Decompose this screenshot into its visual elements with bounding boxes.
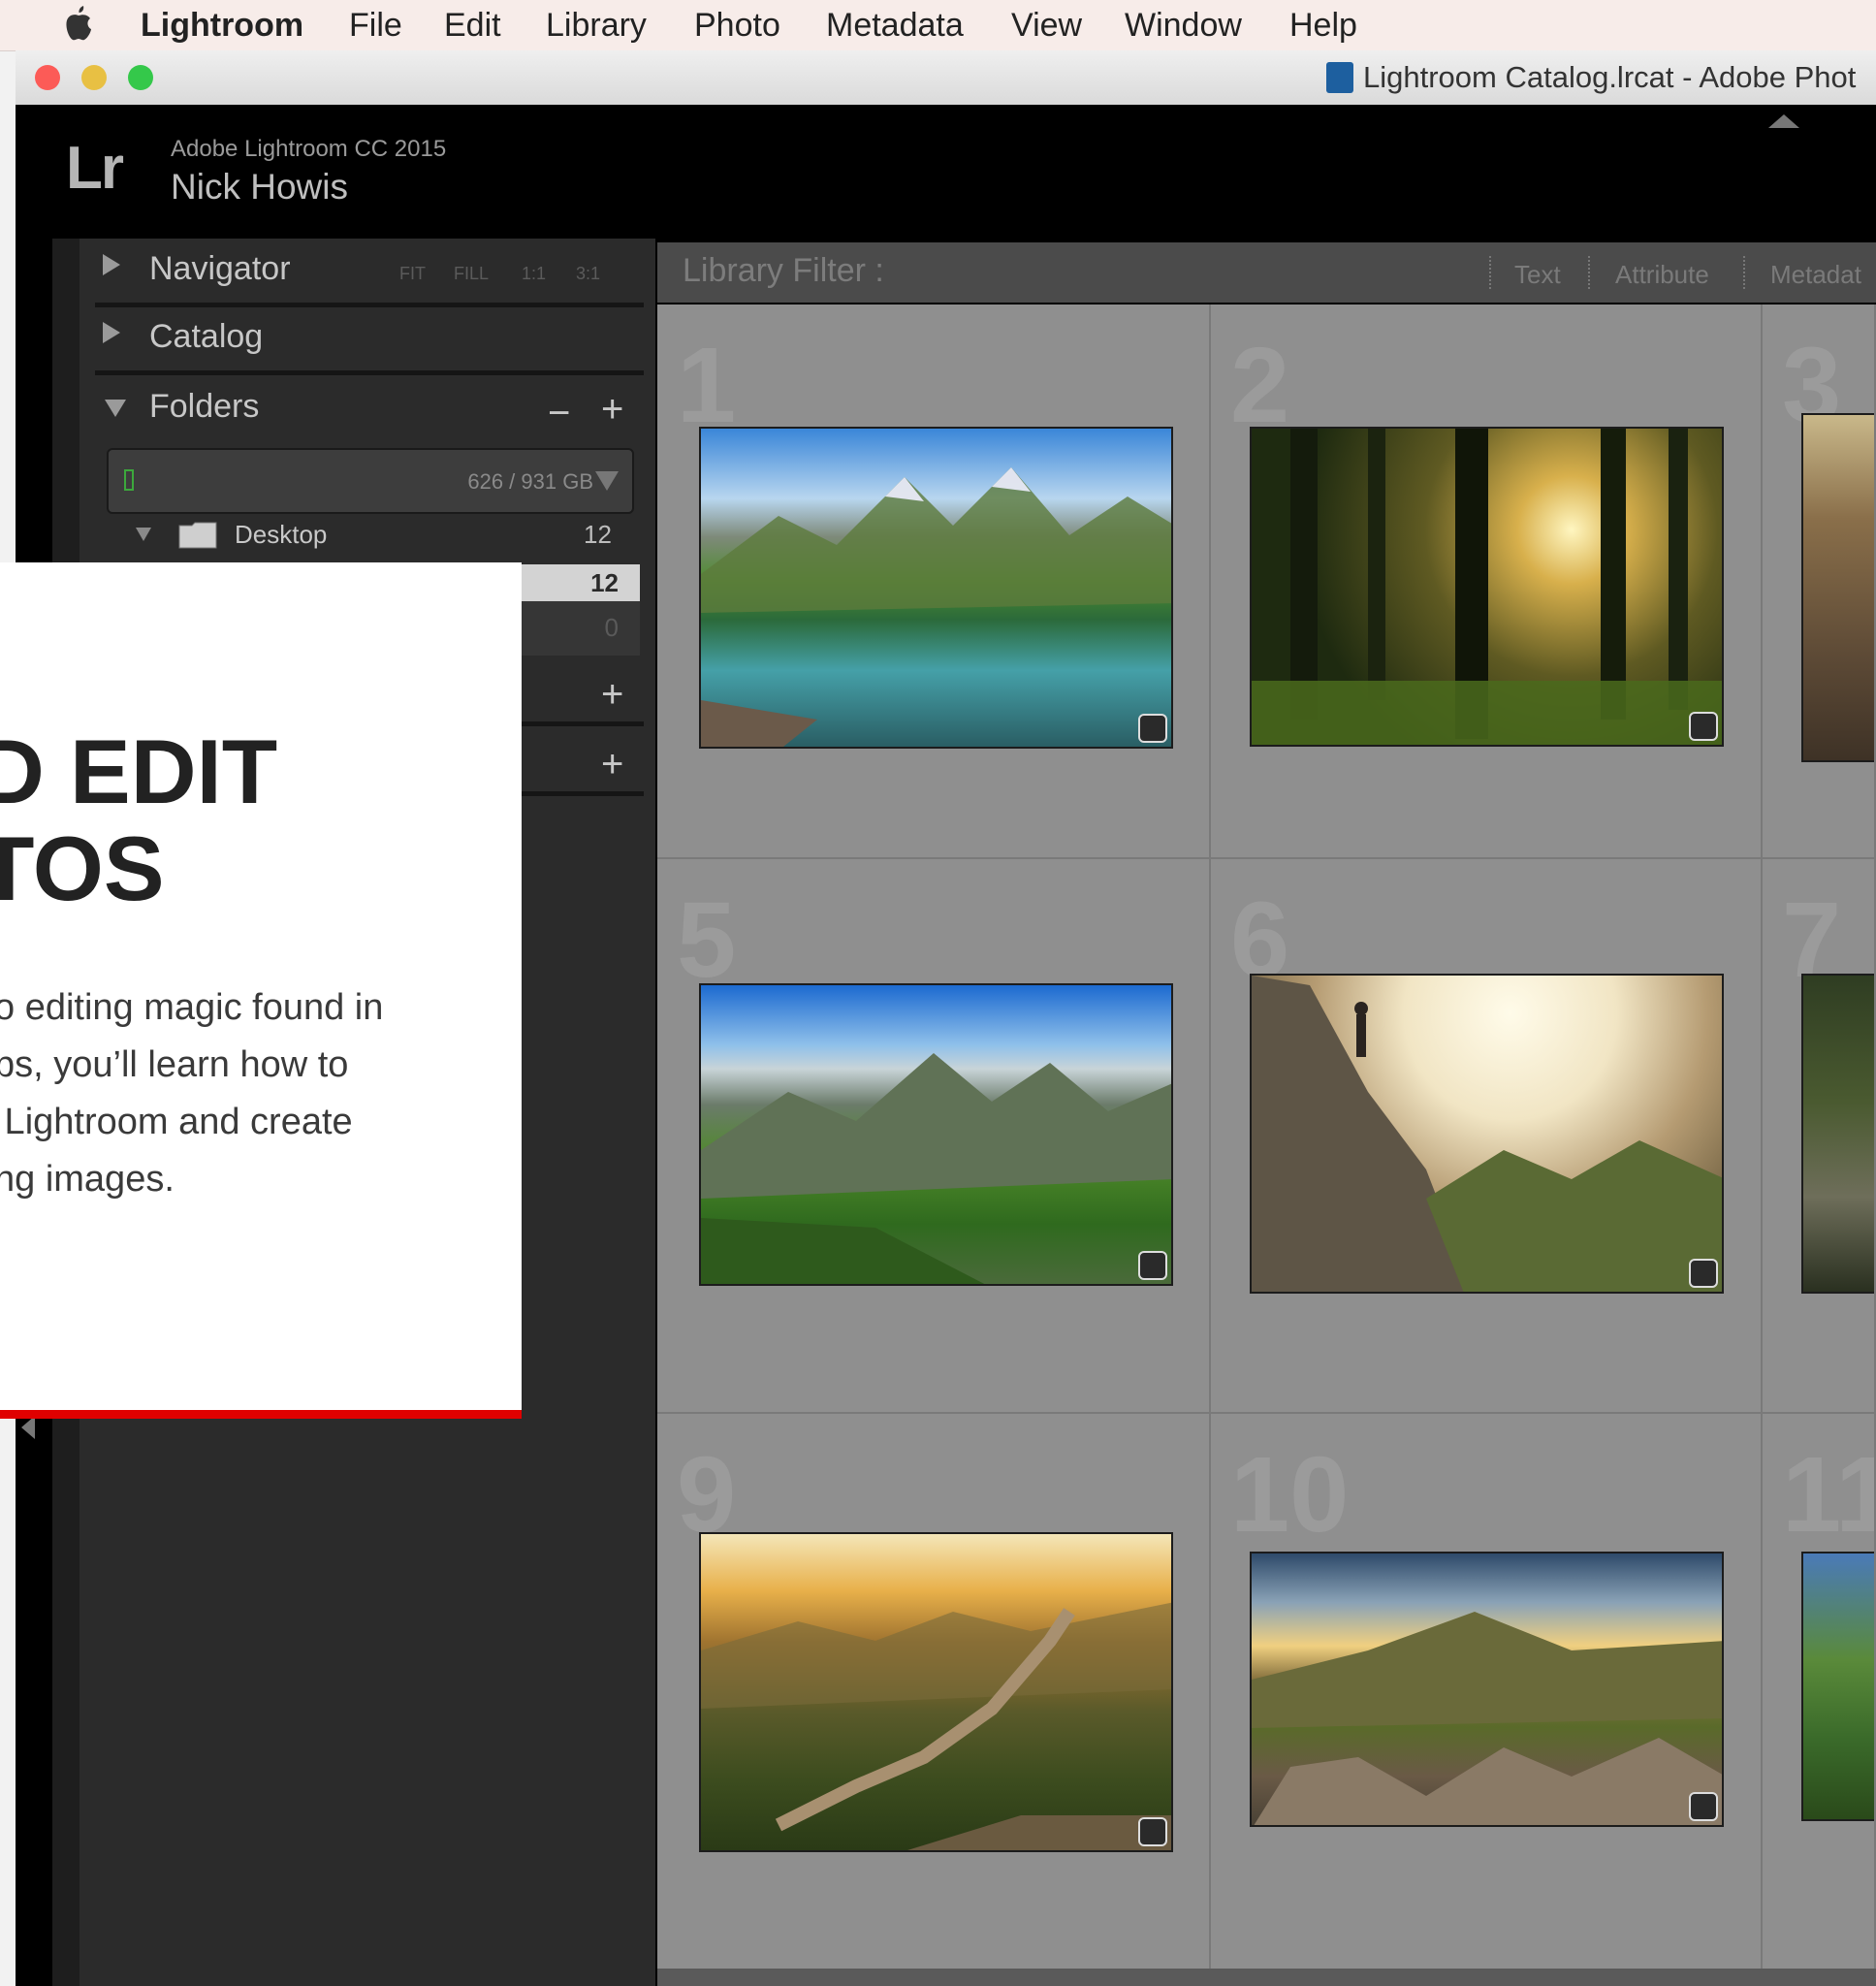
zoom-3-1[interactable]: 3:1 — [576, 264, 600, 284]
menu-window[interactable]: Window — [1125, 0, 1242, 50]
keyword-tag-icon — [1689, 1792, 1718, 1821]
library-filter-label: Library Filter : — [683, 252, 884, 289]
folder-icon — [178, 522, 217, 549]
catalog-header[interactable]: Catalog — [149, 318, 263, 356]
grid-cell[interactable]: 2 — [1211, 304, 1763, 859]
close-window-button[interactable] — [35, 65, 60, 90]
zoom-fill[interactable]: FILL — [454, 264, 489, 284]
grid-cell[interactable]: 9 — [657, 1414, 1211, 1986]
app-menu[interactable]: Lightroom — [141, 0, 303, 50]
menu-edit[interactable]: Edit — [444, 0, 501, 50]
keyword-tag-icon — [1689, 1259, 1718, 1288]
selected-folder-count: 12 — [590, 568, 619, 597]
photo-grid: 1 2 3 5 6 7 9 10 1 — [657, 304, 1876, 1986]
thumbnail-mountain-sunset[interactable] — [1250, 1552, 1724, 1827]
thumbnail-green-meadow[interactable] — [1801, 1552, 1874, 1821]
card-title: D EDIT TOS — [0, 721, 278, 919]
thumbnail-rocky-landscape[interactable] — [1801, 413, 1874, 762]
library-filter-bar: Library Filter : Text Attribute Metadat — [657, 242, 1876, 303]
apple-menu-icon[interactable] — [64, 4, 93, 43]
panel-divider — [95, 303, 644, 307]
grid-cell[interactable]: 10 — [1211, 1414, 1763, 1986]
card-accent-line — [0, 1410, 522, 1419]
keyword-tag-icon — [1138, 714, 1167, 743]
catalog-disclosure-icon[interactable] — [103, 322, 120, 343]
identity-plate-name: Nick Howis — [171, 167, 348, 207]
zoom-window-button[interactable] — [128, 65, 153, 90]
filter-divider — [1743, 256, 1745, 289]
menu-view[interactable]: View — [1011, 0, 1082, 50]
keyword-tag-icon — [1689, 712, 1718, 741]
menu-file[interactable]: File — [349, 0, 402, 50]
cell-index: 11 — [1782, 1435, 1874, 1554]
menu-metadata[interactable]: Metadata — [826, 0, 964, 50]
card-description: o editing magic found in ps, you’ll lear… — [0, 987, 384, 1200]
thumbnail-alpine-valley[interactable] — [699, 983, 1173, 1286]
keyword-tag-icon — [1138, 1251, 1167, 1280]
thumbnail-mossy-forest[interactable] — [1801, 974, 1874, 1294]
thumbnail-hiker-cliff[interactable] — [1250, 974, 1724, 1294]
filter-text[interactable]: Text — [1514, 260, 1561, 290]
add-folder-button[interactable]: + — [601, 388, 623, 432]
app-version: Adobe Lightroom CC 2015 — [171, 136, 447, 162]
folders-header[interactable]: Folders — [149, 388, 259, 426]
collapse-top-panel-icon[interactable] — [1768, 114, 1799, 128]
navigator-header[interactable]: Navigator — [149, 250, 291, 288]
grid-cell[interactable]: 5 — [657, 859, 1211, 1414]
volume-size: 626 / 931 GB — [467, 469, 593, 494]
navigator-disclosure-icon[interactable] — [103, 254, 120, 275]
thumbnail-mountain-lake[interactable] — [699, 427, 1173, 749]
disk-status-icon — [124, 469, 134, 491]
zoom-fit[interactable]: FIT — [399, 264, 426, 284]
remove-folder-button[interactable]: − — [548, 392, 570, 435]
menu-help[interactable]: Help — [1289, 0, 1357, 50]
volume-header[interactable]: 626 / 931 GB — [107, 448, 634, 514]
keyword-tag-icon — [1138, 1817, 1167, 1846]
catalog-file-icon — [1326, 62, 1353, 93]
grid-cell[interactable]: 3 — [1763, 304, 1876, 859]
grid-cell[interactable]: 11 — [1763, 1414, 1876, 1986]
menu-bar: Lightroom File Edit Library Photo Metada… — [0, 0, 1876, 51]
window-title: Lightroom Catalog.lrcat - Adobe Phot — [1363, 60, 1857, 94]
add-publish-service-button[interactable]: + — [601, 743, 623, 786]
filter-divider — [1588, 256, 1590, 289]
menu-photo[interactable]: Photo — [694, 0, 780, 50]
menu-library[interactable]: Library — [546, 0, 647, 50]
add-collection-button[interactable]: + — [601, 673, 623, 717]
volume-menu-icon[interactable] — [595, 471, 619, 491]
collapse-left-panel-icon[interactable] — [21, 1416, 35, 1439]
folders-disclosure-icon[interactable] — [105, 400, 126, 417]
grid-cell[interactable]: 1 — [657, 304, 1211, 859]
minimize-window-button[interactable] — [81, 65, 107, 90]
filter-metadata[interactable]: Metadat — [1770, 260, 1861, 290]
zoom-1-1[interactable]: 1:1 — [522, 264, 546, 284]
desktop-disclosure-icon[interactable] — [136, 528, 151, 541]
window-titlebar: Lightroom Catalog.lrcat - Adobe Phot — [16, 50, 1876, 106]
lightroom-logo: Lr — [66, 135, 124, 202]
folder-count: 0 — [604, 613, 619, 642]
folder-desktop-count: 12 — [584, 520, 612, 549]
filter-divider — [1489, 256, 1491, 289]
grid-cell[interactable]: 6 — [1211, 859, 1763, 1414]
grid-cell[interactable]: 7 — [1763, 859, 1876, 1414]
thumbnail-forest-sunrays[interactable] — [1250, 427, 1724, 747]
thumbnail-great-wall[interactable] — [699, 1532, 1173, 1852]
grid-bottom-edge — [657, 1969, 1876, 1986]
panel-divider — [95, 370, 644, 375]
filter-attribute[interactable]: Attribute — [1615, 260, 1709, 290]
folder-desktop-label[interactable]: Desktop — [235, 520, 327, 550]
cell-index: 10 — [1230, 1435, 1350, 1554]
